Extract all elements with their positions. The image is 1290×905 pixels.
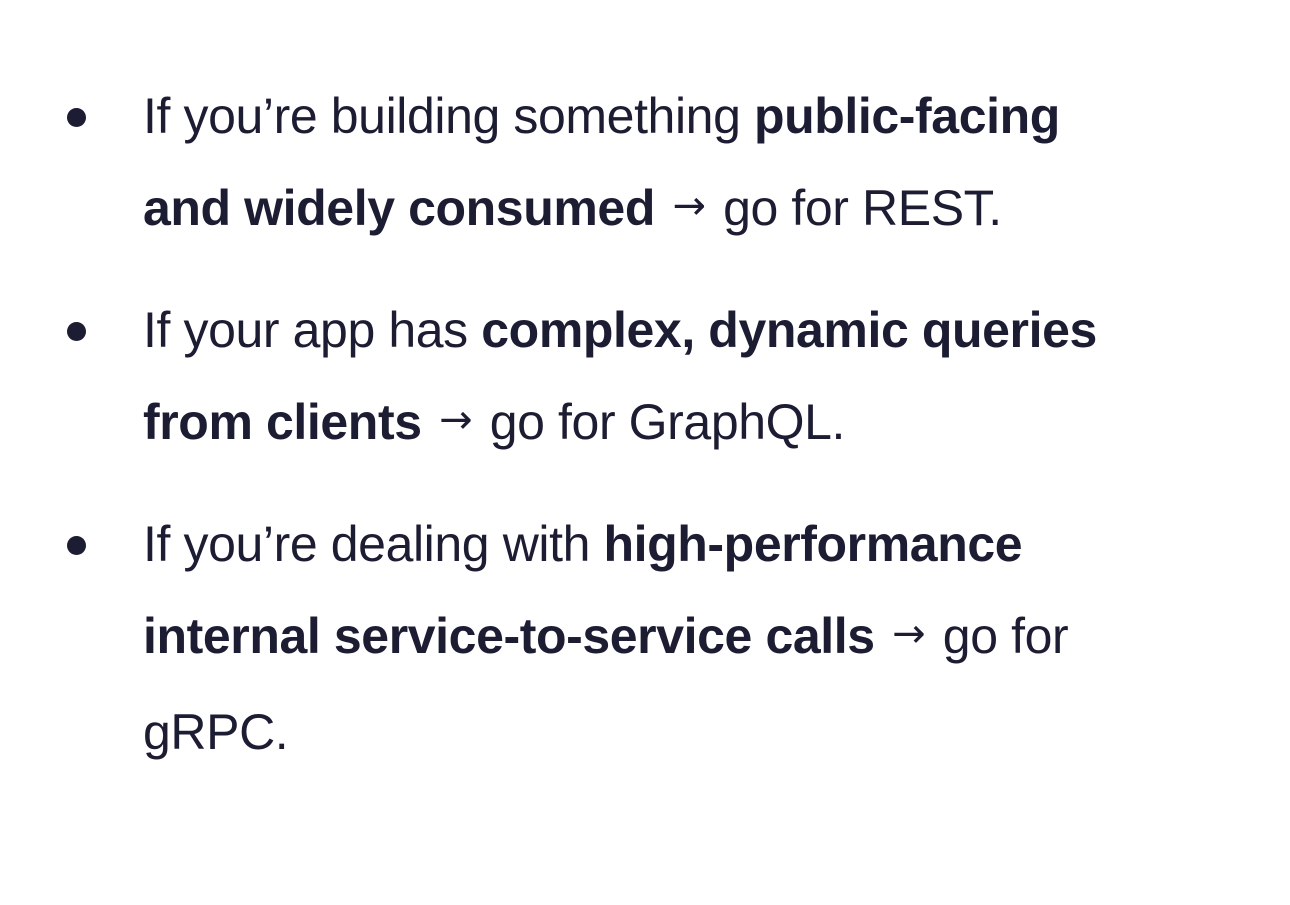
arrow-icon: →	[439, 397, 473, 443]
list-item: If you’re dealing with high-performance …	[0, 498, 1143, 778]
item-prefix: If you’re dealing with	[143, 516, 604, 572]
arrow-icon: →	[892, 611, 926, 657]
list-item: If your app has complex, dynamic queries…	[0, 284, 1143, 472]
bullet-icon	[67, 322, 86, 341]
item-suffix: go for GraphQL.	[489, 394, 846, 450]
item-prefix: If you’re building something	[143, 88, 754, 144]
bullet-icon	[67, 536, 86, 555]
recommendation-list: If you’re building something public-faci…	[0, 70, 1290, 778]
item-prefix: If your app has	[143, 302, 482, 358]
item-suffix: go for REST.	[723, 180, 1002, 236]
bullet-icon	[67, 108, 86, 127]
list-item: If you’re building something public-faci…	[0, 70, 1143, 258]
document-body: If you’re building something public-faci…	[0, 70, 1290, 804]
arrow-icon: →	[672, 183, 706, 229]
